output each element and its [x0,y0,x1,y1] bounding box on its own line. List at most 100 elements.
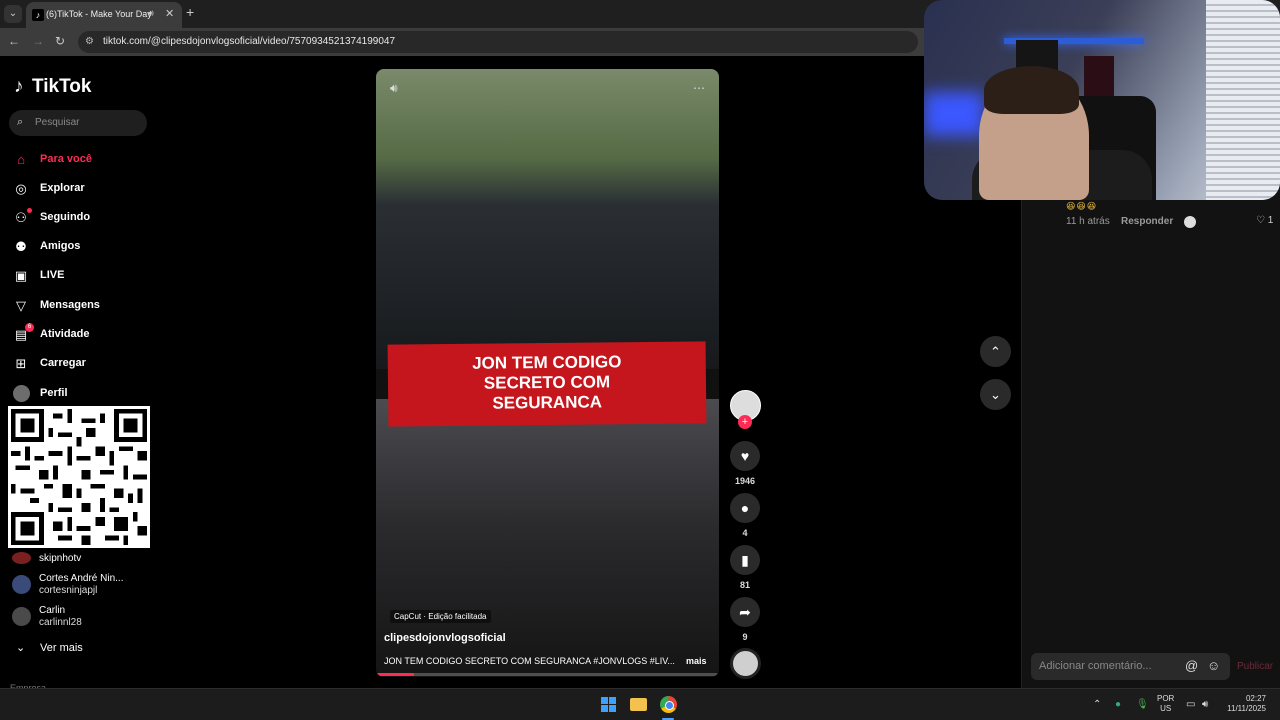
sidebar-item-carregar[interactable]: ⊞ Carregar [13,354,153,374]
share-icon: ➦ [739,604,751,620]
video-player[interactable]: 🔊︎ ⋯ JON TEM CODIGO SECRETO COM SEGURANC… [376,69,719,677]
volume-icon[interactable]: 🔊︎ [1202,699,1208,710]
search-input[interactable]: ⌕ Pesquisar [9,110,147,136]
sidebar-item-label: Seguindo [40,211,91,223]
music-disc[interactable] [730,648,761,679]
caption-text: JON TEM CODIGO SECRETO COM SEGURANCA #JO… [384,656,675,666]
more-options-icon[interactable]: ⋯ [693,81,705,95]
tiktok-logo[interactable]: ♪ TikTok [14,76,91,98]
tiktok-logo-icon: ♪ [14,76,24,97]
logo-text: TikTok [32,76,92,97]
avatar [12,575,31,594]
publish-button[interactable]: Publicar [1237,661,1273,672]
file-explorer-icon[interactable] [630,698,647,711]
clock[interactable]: 02:27 11/11/2025 [1222,694,1266,714]
comment-button[interactable]: ● [730,493,760,523]
qr-code-graphic [11,409,147,545]
sidebar-item-label: Para você [40,153,92,165]
clock-time: 02:27 [1245,694,1266,703]
sidebar-item-perfil[interactable]: Perfil [13,384,153,404]
close-icon[interactable]: ✕ [165,7,174,20]
sidebar: ♪ TikTok ⌕ Pesquisar ⌂ Para você ◎ Explor… [0,56,160,693]
following-id: carlinnl28 [39,617,82,628]
video-progress-bar[interactable] [376,673,719,676]
see-more-button[interactable]: ⌄ Ver mais [16,641,83,654]
like-button[interactable]: ♥ [730,441,760,471]
following-name: Cortes André Nin... [39,573,124,584]
reply-button[interactable]: Responder [1121,216,1173,227]
sidebar-item-atividade[interactable]: ▤ 6 Atividade [13,323,153,345]
live-icon: ▣ [14,268,28,283]
sidebar-item-live[interactable]: ▣ LIVE [13,266,153,286]
next-video-button[interactable]: ⌄ [980,379,1011,410]
clock-date: 11/11/2025 [1227,704,1266,713]
friends-icon: ⚉ [15,239,27,254]
network-icon[interactable]: ▭ [1186,699,1195,710]
new-tab-icon[interactable]: + [186,4,194,20]
speaker-icon[interactable]: 🔊︎ [148,8,154,19]
video-caption: JON TEM CODIGO SECRETO COM SEGURANCA #JO… [384,656,714,666]
sidebar-item-mensagens[interactable]: ▽ Mensagens [13,296,153,316]
activity-badge: 6 [25,323,34,332]
tray-chevron-up-icon[interactable]: ⌃ [1093,699,1101,710]
sidebar-item-label: Perfil [40,387,68,399]
video-frame-car [376,69,719,369]
comment-text: 😆😆😆 [1066,201,1098,211]
windows-taskbar: ⌃ ● 🎙︎ POR US ▭ 🔊︎ 02:27 11/11/2025 [0,688,1280,720]
following-item[interactable]: Cortes André Nin... cortesninjapjl [12,573,157,599]
language-indicator[interactable]: POR US [1157,694,1174,714]
url-field[interactable]: ⚙ tiktok.com/@clipesdojonvlogsoficial/vi… [78,31,918,53]
chrome-icon[interactable] [660,696,677,713]
capcut-tag[interactable]: CapCut · Edição facilitada [390,610,491,623]
comment-input[interactable]: Adicionar comentário... @ ☺ [1031,653,1230,680]
webcam-window-blind [1206,0,1280,200]
emoji-icon[interactable]: ☺ [1207,658,1220,673]
microphone-icon[interactable]: 🎙︎ [1136,699,1149,710]
comment-like-button[interactable]: ♡ 1 [1256,215,1273,226]
sidebar-item-label: LIVE [40,269,65,281]
sidebar-item-label: Amigos [40,240,81,252]
tiktok-favicon-icon: ♪ [32,9,44,21]
compass-icon: ◎ [15,181,27,196]
follow-plus-icon[interactable]: + [738,415,752,429]
windows-start-icon[interactable] [601,697,617,713]
chevron-down-icon: ⌄ [990,387,1001,402]
search-placeholder: Pesquisar [35,117,80,128]
comment-like-count: 1 [1267,215,1274,226]
comment-placeholder: Adicionar comentário... [1039,660,1152,672]
site-info-icon[interactable]: ⚙ [85,36,94,47]
back-icon[interactable]: ← [8,34,20,48]
sidebar-item-seguindo[interactable]: ⚇ Seguindo [13,208,153,228]
browser-tab[interactable]: ♪ (6)TikTok - Make Your Day 🔊︎ ✕ [26,2,182,28]
webcam-poster [1084,56,1114,98]
previous-video-button[interactable]: ⌃ [980,336,1011,367]
home-icon: ⌂ [17,152,25,167]
sidebar-item-explorar[interactable]: ◎ Explorar [13,179,153,199]
tray-app-icon[interactable]: ● [1115,699,1121,710]
following-item[interactable]: Carlin carlinnl28 [12,605,157,631]
avatar [12,552,31,564]
save-button[interactable]: ▮ [730,545,760,575]
following-item[interactable]: skipnhotv [12,552,157,567]
volume-icon[interactable]: 🔊︎ [390,81,398,96]
sidebar-item-amigos[interactable]: ⚉ Amigos [13,237,153,257]
share-button[interactable]: ➦ [730,597,760,627]
following-name: skipnhotv [39,553,82,564]
mention-icon[interactable]: @ [1185,658,1198,673]
sidebar-item-para-voce[interactable]: ⌂ Para você [13,150,153,170]
heart-outline-icon: ♡ [1256,215,1265,226]
save-count: 81 [739,580,750,590]
video-title-banner: JON TEM CODIGO SECRETO COM SEGURANCA [387,341,707,427]
tab-search-icon[interactable]: ⌄ [4,5,22,23]
upload-icon: ⊞ [15,356,27,371]
creator-like-avatar [1184,216,1196,228]
chevron-down-icon: ⌄ [16,642,26,654]
chevron-up-icon: ⌃ [990,344,1001,359]
url-text: tiktok.com/@clipesdojonvlogsoficial/vide… [103,36,396,47]
reload-icon[interactable]: ↻ [55,34,65,48]
language-code: POR [1157,694,1175,703]
heart-icon: ♥ [740,448,750,464]
forward-icon[interactable]: → [32,34,44,48]
caption-more-link[interactable]: mais [686,656,707,666]
video-author[interactable]: clipesdojonvlogsoficial [384,632,506,644]
